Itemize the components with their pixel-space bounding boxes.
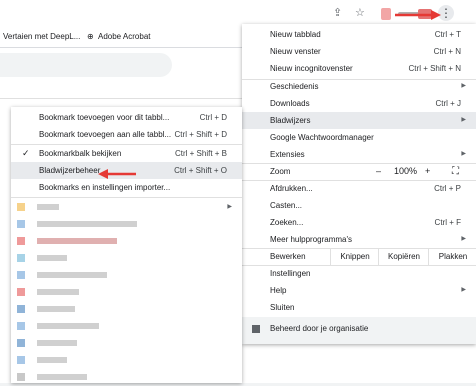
annotation-arrow-icon [395,10,441,20]
zoom-out-button[interactable]: – [376,163,381,180]
bookmark-item[interactable] [11,335,242,352]
cut-button[interactable]: Knippen [330,248,379,265]
divider [11,197,242,198]
menu-item-more-tools[interactable]: Meer hulpprogramma's ▶ [242,231,476,248]
bookmark-item[interactable] [11,301,242,318]
menu-item-show-bookmarks-bar[interactable]: ✓ Bookmarkbalk bekijken Ctrl + Shift + B [11,145,242,162]
menu-item-bookmark-all-tabs[interactable]: Bookmark toevoegen aan alle tabbl... Ctrl… [11,126,242,143]
menu-item-cast[interactable]: Casten... [242,197,476,214]
menu-item-bookmarks[interactable]: Bladwijzers ▶ [242,112,476,129]
bookmark-link[interactable]: Vertaien met DeepL... [3,32,80,41]
menu-item-settings[interactable]: Instellingen [242,265,476,282]
menu-item-history[interactable]: Geschiedenis ▶ [242,78,476,95]
chrome-main-menu: Nieuw tabblad Ctrl + T Nieuw venster Ctrl … [242,24,476,344]
menu-item-incognito[interactable]: Nieuw incognitovenster Ctrl + Shift + N [242,60,476,77]
bookmark-item[interactable] [11,250,242,267]
bookmark-item[interactable] [11,267,242,284]
divider [0,98,245,99]
chevron-right-icon: ▶ [461,236,466,242]
menu-item-edit: Bewerken Knippen Kopiëren Plakken [242,248,476,265]
menu-item-extensions[interactable]: Extensies ▶ [242,146,476,163]
bookmarks-submenu: Bookmark toevoegen voor dit tabbl... Ctrl… [11,107,242,383]
bookmark-item[interactable] [11,352,242,369]
globe-icon: ⊕ [87,32,94,41]
copy-button[interactable]: Kopiëren [378,248,429,265]
bookmark-folder-item[interactable]: ▶ [11,199,242,216]
menu-item-find[interactable]: Zoeken... Ctrl + F [242,214,476,231]
paste-button[interactable]: Plakken [428,248,476,265]
star-icon[interactable]: ☆ [355,7,365,19]
menu-item-bookmark-tab[interactable]: Bookmark toevoegen voor dit tabbl... Ctrl… [11,109,242,126]
annotation-arrow-icon [98,169,136,179]
building-icon [252,325,260,333]
bookmark-item[interactable] [11,318,242,335]
menu-item-zoom: Zoom – 100% + ⛶ [242,163,476,180]
menu-item-new-window[interactable]: Nieuw venster Ctrl + N [242,43,476,60]
menu-item-exit[interactable]: Sluiten [242,299,476,316]
menu-item-password-manager[interactable]: Google Wachtwoordmanager [242,129,476,146]
chevron-right-icon: ▶ [461,117,466,123]
bookmark-item[interactable] [11,284,242,301]
search-input[interactable] [0,53,172,77]
menu-item-help[interactable]: Help ▶ [242,282,476,299]
menu-item-new-tab[interactable]: Nieuw tabblad Ctrl + T [242,26,476,43]
share-icon[interactable]: ⇪ [333,7,342,19]
bookmark-link[interactable]: Adobe Acrobat [98,32,150,41]
checkmark-icon: ✓ [22,148,30,158]
zoom-in-button[interactable]: + [425,163,430,180]
zoom-level: 100% [394,166,418,176]
menu-item-import-bookmarks[interactable]: Bookmarks en instellingen importer... [11,179,242,196]
extension-icon[interactable] [381,8,391,20]
chevron-right-icon: ▶ [227,204,232,210]
bookmark-item[interactable] [11,369,242,386]
bookmark-item[interactable] [11,233,242,250]
menu-item-downloads[interactable]: Downloads Ctrl + J [242,95,476,112]
chevron-right-icon: ▶ [461,151,466,157]
bookmark-item[interactable] [11,216,242,233]
chevron-right-icon: ▶ [461,83,466,89]
menu-item-print[interactable]: Afdrukken... Ctrl + P [242,180,476,197]
chevron-right-icon: ▶ [461,287,466,293]
fullscreen-icon[interactable]: ⛶ [452,163,459,180]
managed-footer[interactable]: Beheerd door je organisatie [242,317,476,344]
